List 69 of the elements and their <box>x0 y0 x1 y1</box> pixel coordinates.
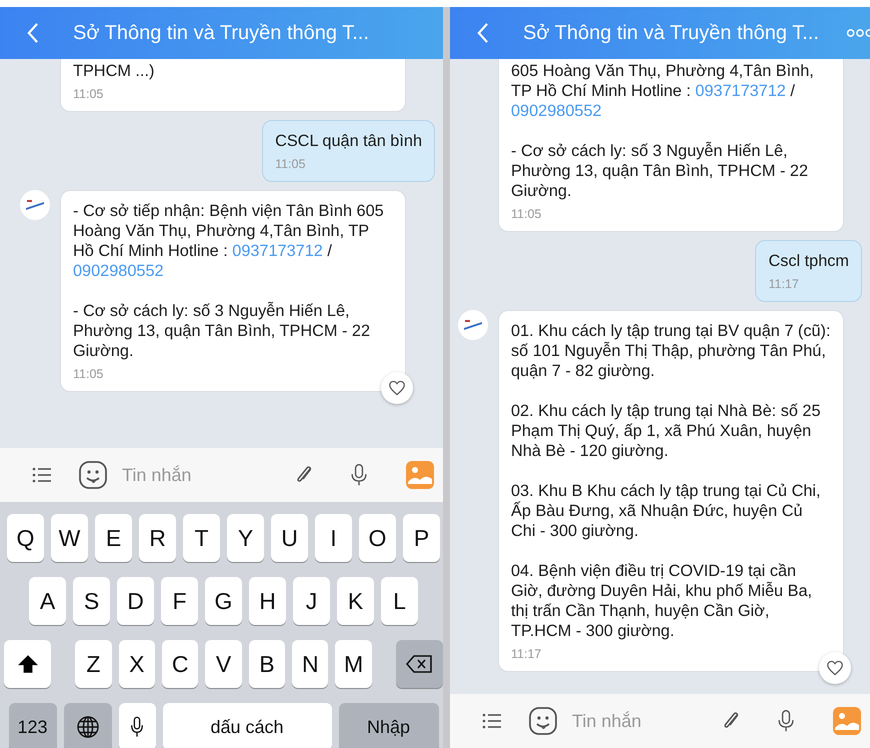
letter-key[interactable]: H <box>249 577 286 625</box>
like-button[interactable] <box>819 652 851 684</box>
letter-key[interactable]: G <box>205 577 242 625</box>
letter-key[interactable]: K <box>337 577 374 625</box>
shift-key[interactable] <box>4 640 52 688</box>
microphone-icon <box>130 715 144 739</box>
message-text: 605 Hoàng Văn Thụ, Phường 4,Tân Bình, TP Hồ Chí Minh Hotline : 0937173712 / 0902980552 <box>511 61 815 121</box>
letter-key[interactable]: B <box>248 640 286 688</box>
letter-key[interactable]: D <box>117 577 154 625</box>
more-icon[interactable] <box>846 28 870 38</box>
letter-key[interactable]: J <box>293 577 330 625</box>
message-text: Cscl tphcm <box>768 251 849 271</box>
letter-key[interactable]: X <box>118 640 155 688</box>
message-time: 11:17 <box>511 647 542 661</box>
globe-key[interactable] <box>64 703 112 748</box>
return-key[interactable]: Nhập <box>338 703 438 748</box>
numbers-key[interactable]: 123 <box>8 703 56 748</box>
letter-key[interactable]: L <box>381 577 418 625</box>
avatar-icon[interactable] <box>458 310 488 340</box>
heart-icon <box>388 380 406 396</box>
message-text: 01. Khu cách ly tập trung tại BV quận 7 (cũ): số 101 Nguyễn Thị Thập, phường Tân Phú, quận 7 - 82 giường. <box>511 321 831 381</box>
message-input[interactable]: Tin nhắn <box>120 464 293 486</box>
message-text: - Cơ sở tiếp nhận: Bệnh viện Tân Bình 605 Hoàng Văn Thụ, Phường 4,Tân Bình, TP Hồ Chí Minh Hotline : 0937173712 / 0902980552 <box>73 201 385 281</box>
letter-key[interactable]: E <box>95 514 132 562</box>
letter-key[interactable]: V <box>205 640 242 688</box>
message-text: TPHCM ...) <box>73 61 156 81</box>
letter-key[interactable]: P <box>403 514 440 562</box>
dictation-key[interactable] <box>118 703 156 748</box>
letter-key[interactable]: U <box>271 514 308 562</box>
message-text: 04. Bệnh viện điều trị COVID-19 tại cần Giờ, đường Duyên Hải, khu phố Miễu Ba, thị trấn Cần Thạnh, huyện Cần Giờ, TP.HCM - 300 giường. <box>511 561 814 641</box>
space-key[interactable]: dấu cách <box>162 703 332 748</box>
message-text: - Cơ sở cách ly: số 3 Nguyễn Hiến Lê, Phường 13, quận Tân Bình, TPHCM - 22 Giường. <box>511 141 810 201</box>
letter-key[interactable]: S <box>73 577 110 625</box>
sticker-icon[interactable] <box>78 460 108 490</box>
letter-key[interactable]: R <box>139 514 176 562</box>
letter-key[interactable]: F <box>161 577 198 625</box>
shift-icon <box>16 653 39 675</box>
letter-key[interactable]: T <box>183 514 220 562</box>
message-time: 11:05 <box>511 207 542 221</box>
delete-key[interactable] <box>396 640 443 688</box>
message-time: 11:05 <box>73 87 104 101</box>
letter-key[interactable]: Y <box>227 514 264 562</box>
chat-title: Sở Thông tin và Truyền thông T... <box>523 22 819 44</box>
chat-title: Sở Thông tin và Truyền thông T... <box>73 22 369 44</box>
heart-icon <box>826 660 844 676</box>
letter-key[interactable]: I <box>315 514 352 562</box>
message-time: 11:05 <box>73 367 104 381</box>
backspace-icon <box>405 654 434 674</box>
letter-key[interactable]: W <box>51 514 88 562</box>
letter-key[interactable]: C <box>162 640 198 688</box>
message-input[interactable]: Tin nhắn <box>570 710 720 732</box>
message-time: 11:17 <box>768 277 799 291</box>
avatar-icon[interactable] <box>20 190 50 220</box>
message-time: 11:05 <box>275 157 306 171</box>
globe-icon <box>76 715 100 739</box>
message-text: 03. Khu B Khu cách ly tập trung tại Củ Chi, Ấp Bàu Đưng, xã Nhuận Đức, huyện Củ Chi - 300 giường. <box>511 481 822 541</box>
message-text: - Cơ sở cách ly: số 3 Nguyễn Hiến Lê, Phường 13, quận Tân Bình, TPHCM - 22 Giường. <box>73 301 372 361</box>
letter-key[interactable]: O <box>359 514 396 562</box>
back-icon[interactable] <box>26 22 39 44</box>
letter-key[interactable]: Z <box>75 640 112 688</box>
like-button[interactable] <box>381 372 413 404</box>
letter-key[interactable]: Q <box>7 514 44 562</box>
letter-key[interactable]: N <box>292 640 328 688</box>
letter-key[interactable]: M <box>335 640 372 688</box>
sticker-icon[interactable] <box>528 706 558 736</box>
letter-key[interactable]: A <box>29 577 66 625</box>
message-text: CSCL quận tân bình <box>275 131 422 151</box>
message-text: 02. Khu cách ly tập trung tại Nhà Bè: số 25 Phạm Thị Quý, ấp 1, xã Phú Xuân, huyện Nhà Bè - 120 giường. <box>511 401 822 461</box>
back-icon[interactable] <box>476 22 489 44</box>
